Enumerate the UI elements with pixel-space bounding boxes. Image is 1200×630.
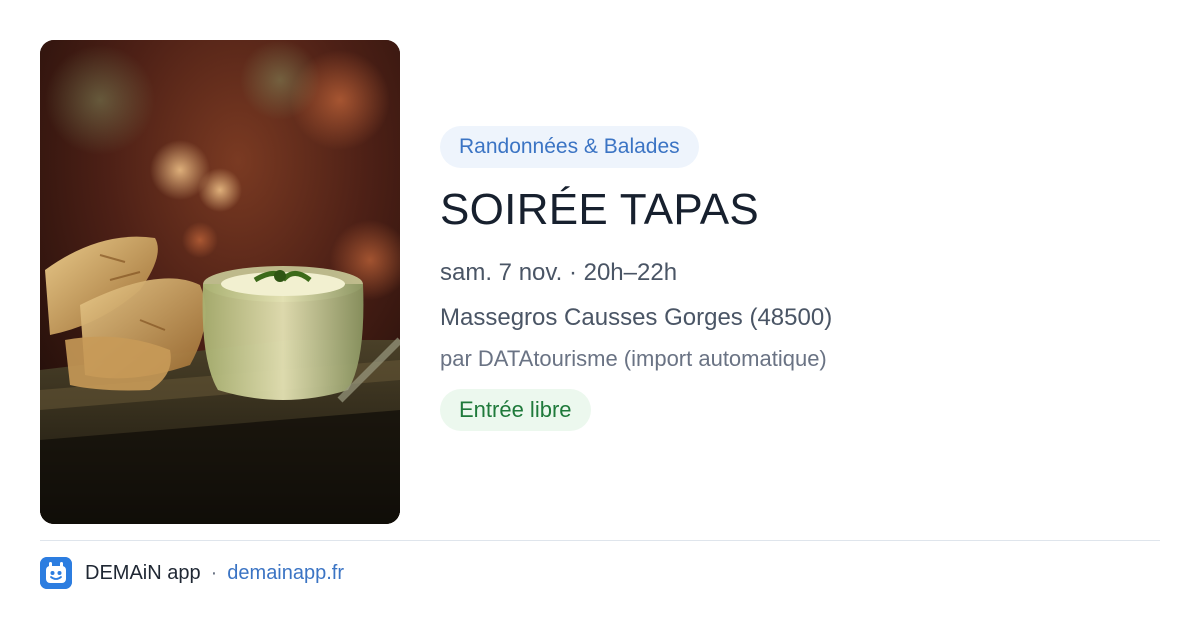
app-url-link[interactable]: demainapp.fr [227,562,344,585]
footer-divider [40,540,1160,541]
app-logo-icon [40,557,72,589]
event-title: SOIRÉE TAPAS [440,185,760,234]
footer-separator: · [210,561,218,584]
price-badge: Entrée libre [440,389,591,431]
event-info: Randonnées & Balades SOIRÉE TAPAS sam. 7… [440,126,1140,431]
event-datetime: sam. 7 nov. · 20h–22h [440,259,678,286]
footer: DEMAiN app · demainapp.fr [40,557,344,589]
event-source: par DATAtourisme (import automatique) [440,346,827,371]
app-name: DEMAiN app [85,561,201,584]
event-card[interactable]: Randonnées & Balades SOIRÉE TAPAS sam. 7… [40,40,1160,524]
event-location: Massegros Causses Gorges (48500) [440,304,833,331]
event-photo [40,40,400,524]
category-badge[interactable]: Randonnées & Balades [440,126,699,168]
